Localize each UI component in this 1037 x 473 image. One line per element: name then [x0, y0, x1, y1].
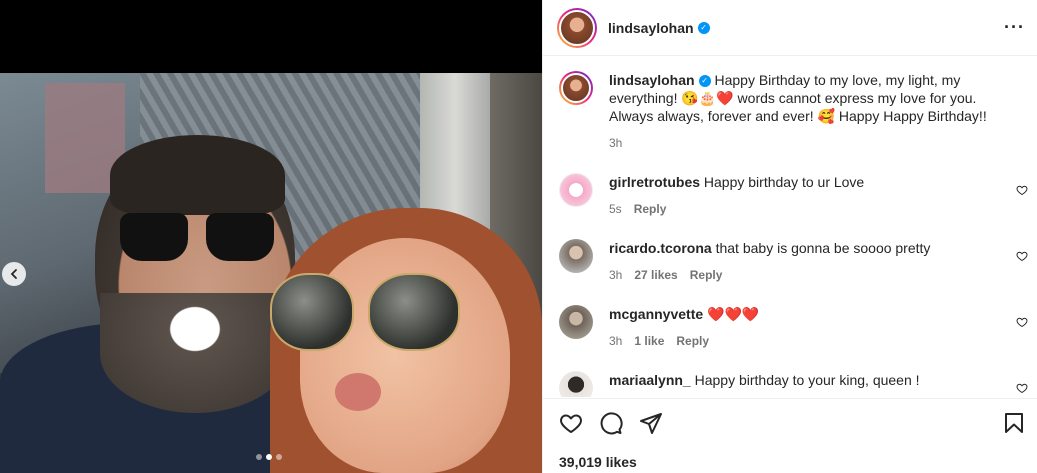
photo-man-beard — [100, 293, 290, 413]
avatar[interactable] — [559, 371, 593, 397]
photo-man-sunglasses — [120, 213, 280, 261]
heart-icon[interactable] — [1016, 316, 1028, 328]
avatar[interactable] — [559, 173, 593, 207]
avatar[interactable] — [559, 239, 593, 273]
carousel-dot — [256, 454, 262, 460]
comment-icon[interactable] — [599, 411, 623, 435]
post-photo — [0, 73, 542, 473]
save-button[interactable] — [1002, 411, 1026, 435]
carousel-prev-button[interactable] — [2, 262, 26, 286]
avatar[interactable] — [557, 7, 597, 48]
reply-button[interactable]: Reply — [690, 266, 723, 284]
caption-time[interactable]: 3h — [609, 134, 622, 152]
likes-count[interactable]: 39,019 likes — [559, 454, 637, 470]
carousel-dot-active — [266, 454, 272, 460]
chevron-left-icon — [10, 269, 17, 279]
comments-list[interactable]: lindsaylohan ✓ Happy Birthday to my love,… — [543, 57, 1037, 397]
carousel-dots — [256, 454, 282, 460]
comment-username[interactable]: mariaalynn_ — [609, 372, 691, 388]
carousel-dot — [276, 454, 282, 460]
comment-time[interactable]: 5s — [609, 200, 622, 218]
comment-text: that baby is gonna be soooo pretty — [715, 240, 931, 256]
bookmark-icon — [1005, 413, 1023, 433]
post-side-panel: lindsaylohan ✓ ··· lindsaylohan ✓ Happy B… — [542, 0, 1037, 473]
heart-icon[interactable] — [1016, 250, 1028, 262]
comment-likes[interactable]: 27 likes — [634, 266, 677, 284]
comment-text: Happy birthday to ur Love — [703, 174, 865, 190]
post-media[interactable] — [0, 0, 542, 473]
caption-username[interactable]: lindsaylohan — [609, 72, 695, 88]
avatar[interactable] — [559, 71, 593, 105]
post-actions: 39,019 likes — [543, 398, 1037, 473]
comment-time[interactable]: 3h — [609, 332, 622, 350]
comment-text: ❤️❤️❤️ — [707, 306, 760, 322]
comment-username[interactable]: mcgannyvette — [609, 306, 703, 322]
verified-badge-icon: ✓ — [698, 75, 711, 88]
post-header: lindsaylohan ✓ ··· — [543, 0, 1037, 56]
reply-button[interactable]: Reply — [634, 200, 667, 218]
photo-woman-sunglasses — [270, 273, 470, 353]
heart-icon[interactable] — [559, 411, 583, 435]
comment-username[interactable]: girlretrotubes — [609, 174, 700, 190]
more-options-icon[interactable]: ··· — [1004, 18, 1025, 36]
verified-badge-icon: ✓ — [697, 21, 710, 34]
comment-username[interactable]: ricardo.tcorona — [609, 240, 712, 256]
comment-text: Happy birthday to your king, queen ! — [694, 372, 920, 388]
comment-time[interactable]: 3h — [609, 266, 622, 284]
comment-likes[interactable]: 1 like — [634, 332, 664, 350]
share-icon[interactable] — [639, 411, 663, 435]
heart-icon[interactable] — [1016, 184, 1028, 196]
post-author-username[interactable]: lindsaylohan — [608, 20, 694, 36]
reply-button[interactable]: Reply — [676, 332, 709, 350]
avatar[interactable] — [559, 305, 593, 339]
heart-icon[interactable] — [1016, 382, 1028, 394]
